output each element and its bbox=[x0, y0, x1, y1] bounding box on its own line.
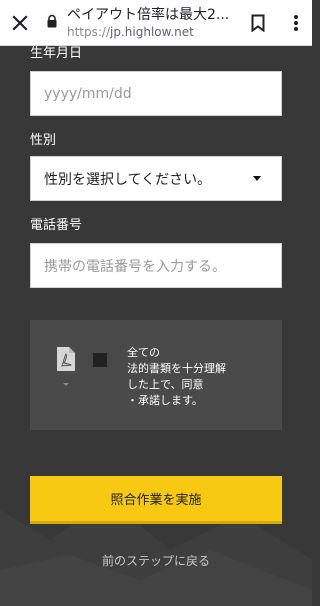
dob-placeholder: yyyy/mm/dd bbox=[44, 85, 132, 102]
gender-selected-value: 性別を選択してください。 bbox=[44, 171, 212, 188]
phone-input[interactable]: 携帯の電話番号を入力する。 bbox=[30, 243, 282, 288]
consent-text: 全ての 法的書類を十分理解 した上で、同意 ・承諾します。 bbox=[127, 346, 226, 407]
browser-toolbar: ペイアウト倍率は最大2... https://jp.highlow.net bbox=[0, 0, 312, 46]
lock-icon bbox=[45, 13, 59, 28]
gender-label: 性別 bbox=[30, 133, 57, 148]
more-menu-icon[interactable] bbox=[284, 10, 308, 36]
url-scheme: https:// bbox=[67, 25, 111, 39]
page-url[interactable]: https://jp.highlow.net bbox=[67, 25, 194, 40]
dob-input[interactable]: yyyy/mm/dd bbox=[30, 71, 282, 116]
page-title: ペイアウト倍率は最大2... bbox=[67, 7, 230, 23]
consent-box: 全ての 法的書類を十分理解 した上で、同意 ・承諾します。 bbox=[30, 320, 282, 430]
dob-label: 生年月日 bbox=[30, 46, 83, 61]
submit-verification-button[interactable]: 照合作業を実施 bbox=[30, 476, 282, 524]
url-host: jp.highlow.net bbox=[110, 25, 194, 39]
bookmark-icon[interactable] bbox=[246, 10, 270, 36]
pdf-document-icon[interactable] bbox=[56, 346, 76, 392]
phone-placeholder: 携帯の電話番号を入力する。 bbox=[44, 258, 226, 275]
dropdown-caret-icon bbox=[253, 176, 261, 181]
phone-label: 電話番号 bbox=[30, 218, 83, 233]
gender-select[interactable]: 性別を選択してください。 bbox=[30, 156, 282, 201]
back-to-previous-step-link[interactable]: 前のステップに戻る bbox=[0, 552, 312, 569]
consent-checkbox[interactable] bbox=[93, 353, 107, 367]
close-icon[interactable] bbox=[4, 7, 36, 39]
